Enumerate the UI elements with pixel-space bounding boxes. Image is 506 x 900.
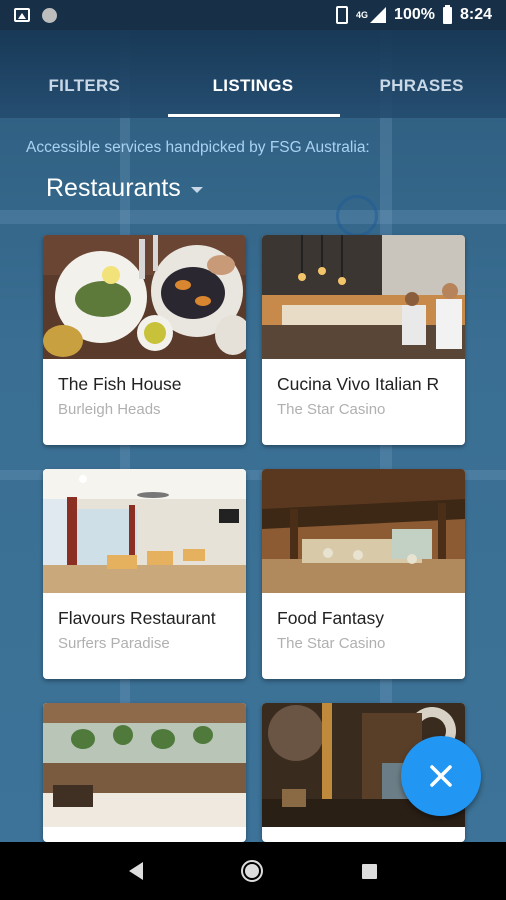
category-label: Restaurants xyxy=(46,174,181,202)
listing-photo xyxy=(43,235,246,359)
status-bar: 4G 100% 8:24 xyxy=(0,0,506,30)
circle-notification-icon xyxy=(42,7,57,23)
listing-photo xyxy=(43,469,246,593)
listing-title: Food Fantasy xyxy=(277,608,384,628)
dropdown-caret-icon xyxy=(190,187,203,193)
listing-title: Flavours Restaurant xyxy=(58,608,216,628)
listings-subtitle: Accessible services handpicked by FSG Au… xyxy=(26,139,370,156)
listing-card[interactable]: Flavours Restaurant Surfers Paradise xyxy=(43,469,246,679)
category-dropdown[interactable]: Restaurants xyxy=(46,174,203,203)
vibrate-icon xyxy=(336,6,349,24)
battery-percent: 100% xyxy=(394,6,435,23)
listing-photo xyxy=(262,469,465,593)
tab-listings[interactable]: LISTINGS xyxy=(169,76,338,118)
tab-filters[interactable]: FILTERS xyxy=(0,76,169,118)
listing-card[interactable]: Food Fantasy The Star Casino xyxy=(262,469,465,679)
network-type: 4G xyxy=(356,10,369,20)
listing-title: Cucina Vivo Italian R xyxy=(277,374,440,394)
listing-card[interactable] xyxy=(43,703,246,842)
listing-title: The Fish House xyxy=(58,374,182,394)
active-tab-indicator xyxy=(168,114,340,117)
listing-photo xyxy=(43,703,246,827)
listing-location: Burleigh Heads xyxy=(58,401,161,418)
listing-card[interactable]: Cucina Vivo Italian R The Star Casino xyxy=(262,235,465,445)
listing-location: The Star Casino xyxy=(277,635,386,652)
close-icon xyxy=(430,765,452,787)
close-fab-button[interactable] xyxy=(401,736,481,816)
recent-apps-icon[interactable] xyxy=(361,863,377,879)
tab-bar: FILTERS LISTINGS PHRASES xyxy=(0,30,506,118)
listing-card[interactable]: The Fish House Burleigh Heads xyxy=(43,235,246,445)
home-icon[interactable] xyxy=(241,860,264,882)
listing-location: Surfers Paradise xyxy=(58,635,170,652)
image-notification-icon xyxy=(14,8,30,22)
signal-icon xyxy=(370,7,387,23)
clock: 8:24 xyxy=(459,6,492,23)
system-nav-bar xyxy=(0,842,506,900)
listing-photo xyxy=(262,235,465,359)
back-icon[interactable] xyxy=(129,862,144,880)
tab-phrases[interactable]: PHRASES xyxy=(337,76,506,118)
listing-location: The Star Casino xyxy=(277,401,386,418)
battery-icon xyxy=(442,4,452,24)
